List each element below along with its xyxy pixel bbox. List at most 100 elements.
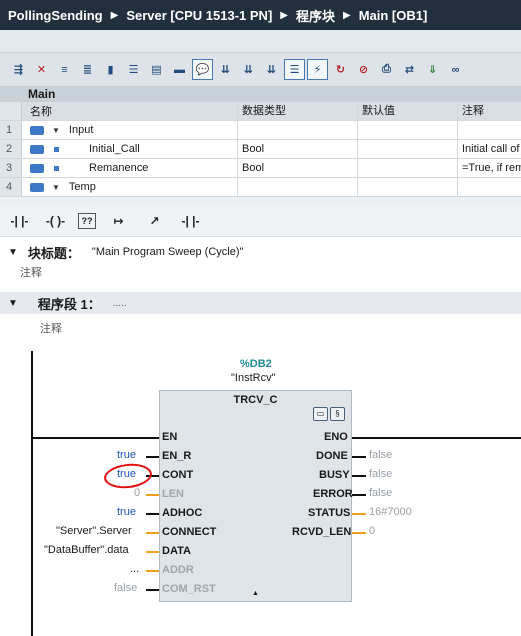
network-title[interactable]: ..... xyxy=(113,298,127,309)
table-row[interactable]: 2 Initial_Call Bool Initial call of xyxy=(0,140,521,159)
pin-value-error[interactable]: false xyxy=(369,487,392,499)
collapse-arrow-icon[interactable]: ▼ xyxy=(52,183,60,192)
pin-addr[interactable]: ADDR xyxy=(162,564,194,576)
en-wire xyxy=(33,437,159,439)
column-header-name[interactable]: 名称 xyxy=(22,102,238,120)
pin-value-done[interactable]: false xyxy=(369,449,392,461)
editor-toolbar: ⇶ ✕ ≡ ≣ ▮ ☰ ▤ ▬ 💬 ⇊ ⇊ ⇊ ☰ ⚡ ↻ ⊘ ⎙ ⇄ ⇓ ∞ xyxy=(0,52,521,86)
open-branch-icon[interactable]: ↦ xyxy=(105,211,132,230)
block-interface-title: Main xyxy=(0,86,521,102)
editor-header-strip xyxy=(0,30,521,52)
clear-breakpoints-icon[interactable]: ⊘ xyxy=(353,59,374,80)
display-favorites-icon[interactable]: ☰ xyxy=(284,59,305,80)
comments-toggle-icon[interactable]: 💬 xyxy=(192,59,213,80)
stethoscope-icon[interactable]: § xyxy=(330,407,345,421)
block-title-value[interactable]: "Main Program Sweep (Cycle)" xyxy=(92,246,243,258)
instance-db-name[interactable]: "InstRcv" xyxy=(231,372,275,384)
pin-connect[interactable]: CONNECT xyxy=(162,526,216,538)
table-row[interactable]: 3 Remanence Bool =True, if rem xyxy=(0,159,521,178)
pin-busy[interactable]: BUSY xyxy=(319,469,350,481)
minimize-icon[interactable] xyxy=(463,33,475,45)
power-rail xyxy=(31,351,33,636)
collapse-arrow-icon[interactable]: ▼ xyxy=(52,126,60,135)
pin-com-rst[interactable]: COM_RST xyxy=(162,583,216,595)
network-comment[interactable]: 注释 xyxy=(40,320,62,336)
block-title-header[interactable]: ▼ 块标题： "Main Program Sweep (Cycle)" xyxy=(0,241,521,263)
pin-value-en-r[interactable]: true xyxy=(117,449,136,461)
glasses-monitor-icon[interactable]: ∞ xyxy=(445,59,466,80)
add-row-icon[interactable]: ≣ xyxy=(77,59,98,80)
chevron-right-icon: ▶ xyxy=(280,9,288,21)
network-overview-icon[interactable]: ☰ xyxy=(123,59,144,80)
input-variable-icon xyxy=(30,163,44,173)
delete-network-icon[interactable]: ✕ xyxy=(31,59,52,80)
compare-icon[interactable]: ⇄ xyxy=(399,59,420,80)
variable-bullet-icon xyxy=(54,165,59,171)
table-row[interactable]: 1 ▼ Input xyxy=(0,121,521,140)
breadcrumb-item-project[interactable]: PollingSending xyxy=(8,8,103,23)
call-structure-icon[interactable]: ⚡ xyxy=(307,59,328,80)
normally-open-contact-icon[interactable]: -| |- xyxy=(6,211,33,230)
pin-value-status[interactable]: 16#7000 xyxy=(369,506,412,518)
pin-rcvd-len[interactable]: RCVD_LEN xyxy=(292,526,351,538)
pin-error[interactable]: ERROR xyxy=(313,488,353,500)
absolute-operands-icon[interactable]: ⇊ xyxy=(215,59,236,80)
pin-done[interactable]: DONE xyxy=(316,450,348,462)
splitter[interactable] xyxy=(0,197,521,205)
snapshot-icon[interactable]: ⎙ xyxy=(376,59,397,80)
input-section-icon xyxy=(30,125,44,135)
pin-value-len[interactable]: 0 xyxy=(134,487,140,499)
maximize-icon[interactable] xyxy=(483,33,495,45)
close-branch-icon[interactable]: ↗ xyxy=(141,211,168,230)
contact-icon[interactable]: -| |- xyxy=(177,211,204,230)
pin-value-adhoc[interactable]: true xyxy=(117,506,136,518)
pin-value-addr[interactable]: ... xyxy=(130,563,139,575)
pin-eno[interactable]: ENO xyxy=(324,431,348,443)
pin-en[interactable]: EN xyxy=(162,431,177,443)
collapse-arrow-icon[interactable]: ▼ xyxy=(8,298,18,309)
block-interface-table: 名称 数据类型 默认值 注释 1 ▼ Input 2 Initial_Call … xyxy=(0,102,521,197)
pin-value-connect[interactable]: "Server".Server xyxy=(56,525,132,537)
collapse-arrow-icon[interactable]: ▼ xyxy=(8,247,18,258)
breadcrumb-item-device[interactable]: Server [CPU 1513-1 PN] xyxy=(126,8,272,23)
monitor-icon[interactable]: ▮ xyxy=(100,59,121,80)
variable-bullet-icon xyxy=(54,146,59,152)
breadcrumb-item-folder[interactable]: 程序块 xyxy=(296,6,335,25)
block-title-label: 块标题： xyxy=(27,245,80,261)
open-all-networks-icon[interactable]: ▤ xyxy=(146,59,167,80)
column-header-type[interactable]: 数据类型 xyxy=(238,102,358,120)
instance-db-number[interactable]: %DB2 xyxy=(240,358,272,370)
expand-pins-icon[interactable]: ▲ xyxy=(252,590,259,597)
pin-status[interactable]: STATUS xyxy=(308,507,350,519)
column-header-comment[interactable]: 注释 xyxy=(458,102,521,120)
column-header-default[interactable]: 默认值 xyxy=(358,102,458,120)
pin-data[interactable]: DATA xyxy=(162,545,191,557)
pin-value-com-rst[interactable]: false xyxy=(114,582,137,594)
pin-cont[interactable]: CONT xyxy=(162,469,193,481)
close-icon[interactable] xyxy=(503,33,515,45)
pin-en-r[interactable]: EN_R xyxy=(162,450,191,462)
table-header: 名称 数据类型 默认值 注释 xyxy=(0,102,521,121)
insert-network-icon[interactable]: ⇶ xyxy=(8,59,29,80)
callable-icon[interactable]: ⇊ xyxy=(261,59,282,80)
block-comment[interactable]: 注释 xyxy=(20,264,42,280)
network-header[interactable]: ▼ 程序段 1： ..... xyxy=(0,292,521,314)
section-label: Temp xyxy=(68,181,96,193)
pin-adhoc[interactable]: ADHOC xyxy=(162,507,202,519)
breadcrumb-item-block[interactable]: Main [OB1] xyxy=(359,8,428,23)
chevron-right-icon: ▶ xyxy=(343,9,351,21)
download-icon[interactable]: ⇓ xyxy=(422,59,443,80)
table-row[interactable]: 4 ▼ Temp xyxy=(0,178,521,197)
favorites-icon[interactable]: ⇊ xyxy=(238,59,259,80)
pin-value-data[interactable]: "DataBuffer".data xyxy=(44,544,129,556)
block-settings-icon[interactable]: ▭ xyxy=(313,407,328,421)
jump-to-error-icon[interactable]: ↻ xyxy=(330,59,351,80)
pin-value-busy[interactable]: false xyxy=(369,468,392,480)
breadcrumb: PollingSending ▶ Server [CPU 1513-1 PN] … xyxy=(0,0,521,30)
pin-len[interactable]: LEN xyxy=(162,488,184,500)
close-all-networks-icon[interactable]: ▬ xyxy=(169,59,190,80)
pin-value-rcvd-len[interactable]: 0 xyxy=(369,525,375,537)
coil-icon[interactable]: -( )- xyxy=(42,211,69,230)
insert-row-icon[interactable]: ≡ xyxy=(54,59,75,80)
empty-box-icon[interactable]: ?? xyxy=(78,212,96,229)
